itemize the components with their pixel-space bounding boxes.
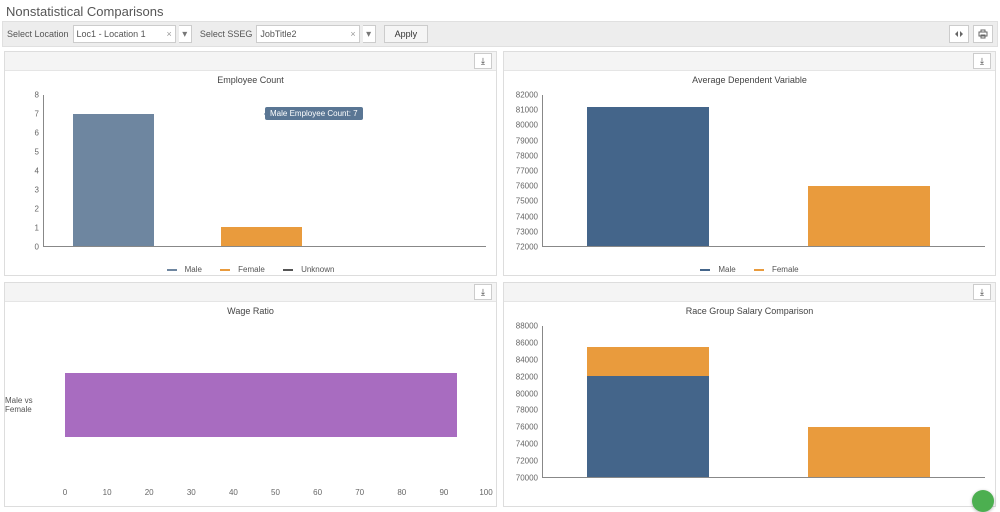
clear-sseg-icon[interactable]: × bbox=[350, 29, 355, 39]
chart-title: Average Dependent Variable bbox=[504, 71, 995, 87]
x-axis: 0102030405060708090100 bbox=[65, 488, 486, 500]
print-icon[interactable] bbox=[973, 25, 993, 43]
bar[interactable] bbox=[587, 347, 709, 376]
clear-location-icon[interactable]: × bbox=[167, 29, 172, 39]
location-select[interactable]: Loc1 - Location 1 × bbox=[73, 25, 176, 43]
bar[interactable] bbox=[808, 186, 930, 246]
location-value: Loc1 - Location 1 bbox=[77, 29, 147, 39]
download-icon[interactable]: ⤓ bbox=[973, 53, 991, 69]
legend-female: Female bbox=[238, 265, 265, 274]
y-category-label: Male vs Female bbox=[5, 326, 65, 484]
download-icon[interactable]: ⤓ bbox=[474, 284, 492, 300]
bar[interactable] bbox=[808, 427, 930, 477]
apply-button[interactable]: Apply bbox=[384, 25, 429, 43]
plot-area bbox=[542, 95, 985, 247]
sseg-select[interactable]: JobTitle2 × bbox=[256, 25, 359, 43]
page-title: Nonstatistical Comparisons bbox=[0, 0, 1000, 21]
bar[interactable] bbox=[65, 373, 457, 436]
tooltip: Male Employee Count: 7 bbox=[265, 107, 363, 120]
help-fab[interactable] bbox=[972, 490, 994, 512]
y-axis: 7000072000740007600078000800008200084000… bbox=[504, 326, 540, 478]
race-salary-card: ⤓ Race Group Salary Comparison 700007200… bbox=[503, 282, 996, 507]
legend-female: Female bbox=[772, 265, 799, 274]
filter-toolbar: Select Location Loc1 - Location 1 × ▾ Se… bbox=[2, 21, 998, 47]
sseg-value: JobTitle2 bbox=[260, 29, 330, 39]
chart-title: Employee Count bbox=[5, 71, 496, 87]
legend-male: Male bbox=[718, 265, 735, 274]
y-axis: 7200073000740007500076000770007800079000… bbox=[504, 95, 540, 247]
avg-dependent-card: ⤓ Average Dependent Variable 72000730007… bbox=[503, 51, 996, 276]
y-axis: 012345678 bbox=[5, 95, 41, 247]
chart-title: Wage Ratio bbox=[5, 302, 496, 318]
charts-grid: ⤓ Employee Count 012345678 Male Employee… bbox=[0, 51, 1000, 507]
sseg-dropdown-icon[interactable]: ▾ bbox=[363, 25, 376, 43]
bar[interactable] bbox=[587, 107, 709, 246]
sseg-label: Select SSEG bbox=[200, 29, 253, 39]
legend: Male Female bbox=[504, 264, 995, 275]
chart-title: Race Group Salary Comparison bbox=[504, 302, 995, 318]
plot-area bbox=[542, 326, 985, 478]
location-dropdown-icon[interactable]: ▾ bbox=[179, 25, 192, 43]
bar[interactable] bbox=[73, 114, 154, 246]
download-icon[interactable]: ⤓ bbox=[973, 284, 991, 300]
bar[interactable] bbox=[587, 376, 709, 477]
expand-icon[interactable] bbox=[949, 25, 969, 43]
legend-male: Male bbox=[185, 265, 202, 274]
legend-unknown: Unknown bbox=[301, 265, 334, 274]
download-icon[interactable]: ⤓ bbox=[474, 53, 492, 69]
bar[interactable] bbox=[221, 227, 302, 246]
legend: Male Female Unknown bbox=[5, 264, 496, 275]
plot-area: Male Employee Count: 7 bbox=[43, 95, 486, 247]
wage-ratio-card: ⤓ Wage Ratio Male vs Female 010203040506… bbox=[4, 282, 497, 507]
plot-area bbox=[65, 326, 486, 484]
employee-count-card: ⤓ Employee Count 012345678 Male Employee… bbox=[4, 51, 497, 276]
location-label: Select Location bbox=[7, 29, 69, 39]
